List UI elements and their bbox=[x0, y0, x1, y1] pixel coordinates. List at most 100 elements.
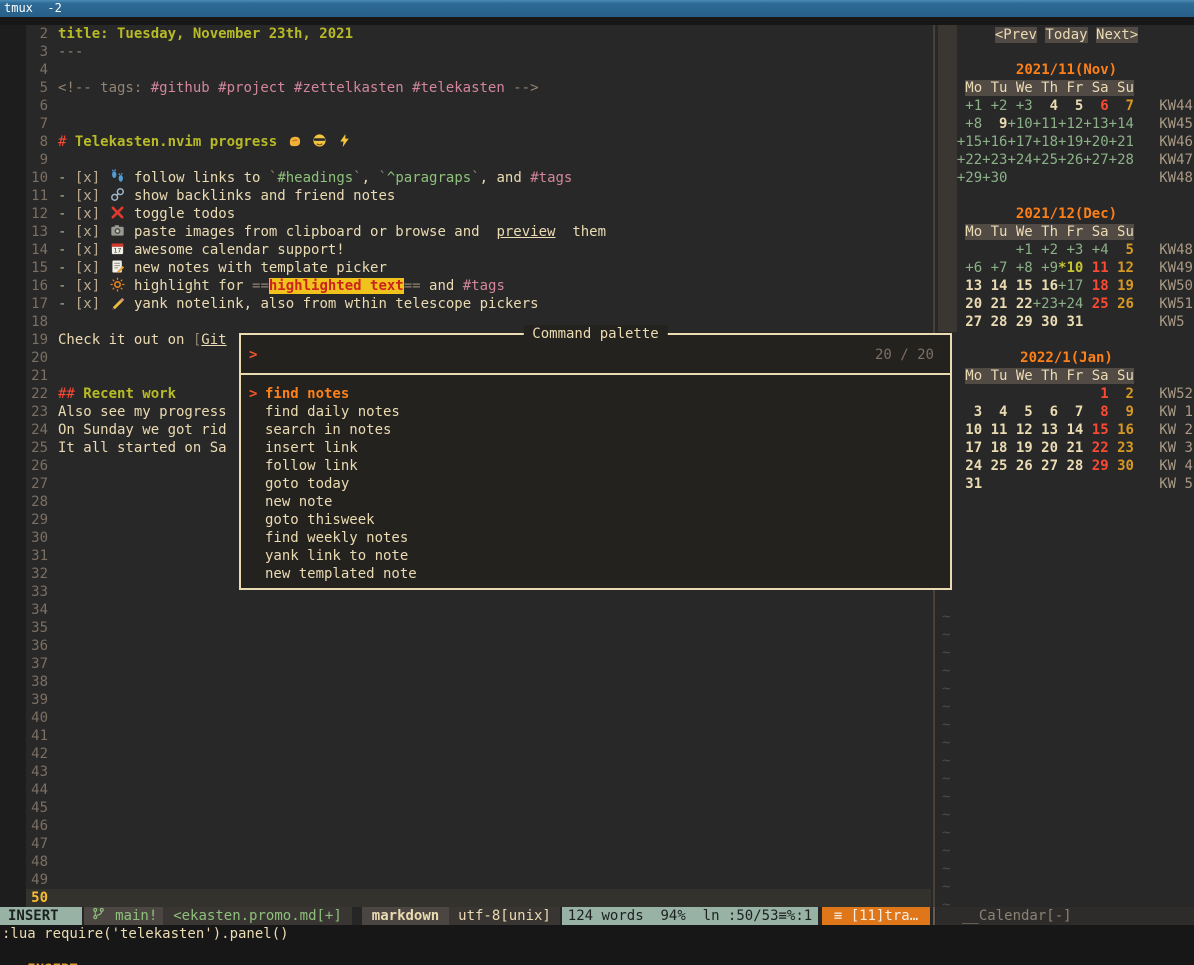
calendar-day[interactable]: 31 bbox=[957, 476, 982, 492]
calendar-day[interactable]: 18 bbox=[982, 440, 1007, 456]
calendar-day[interactable]: 11 bbox=[1083, 260, 1108, 276]
editor-line[interactable]: 5<!-- tags: #github #project #zettelkast… bbox=[0, 79, 933, 97]
calendar-day[interactable]: 1 bbox=[1083, 386, 1108, 402]
editor-line[interactable]: 18 bbox=[0, 313, 933, 331]
calendar-day[interactable]: +3 bbox=[1007, 98, 1032, 114]
editor-line[interactable]: 49 bbox=[0, 871, 933, 889]
calendar-day[interactable]: +2 bbox=[1033, 242, 1058, 258]
calendar-day[interactable]: 18 bbox=[1083, 278, 1108, 294]
calendar-day[interactable]: 6 bbox=[1083, 98, 1108, 114]
calendar-day[interactable]: 13 bbox=[957, 278, 982, 294]
calendar-day[interactable]: 21 bbox=[1058, 440, 1083, 456]
calendar-day[interactable]: 14 bbox=[982, 278, 1007, 294]
calendar-day[interactable]: 13 bbox=[1033, 422, 1058, 438]
calendar-day[interactable]: 16 bbox=[1033, 278, 1058, 294]
calendar-day[interactable]: +26 bbox=[1058, 152, 1083, 168]
calendar-day[interactable]: +15 bbox=[957, 134, 982, 150]
editor-line[interactable]: 14- [x] 17 awesome calendar support! bbox=[0, 241, 933, 259]
calendar-day[interactable]: 7 bbox=[1109, 98, 1134, 114]
calendar-day[interactable]: +11 bbox=[1033, 116, 1058, 132]
calendar-day[interactable]: 22 bbox=[1007, 296, 1032, 312]
calendar-day[interactable]: +6 bbox=[957, 260, 982, 276]
calendar-day[interactable]: +1 bbox=[1007, 242, 1032, 258]
calendar-day[interactable]: +7 bbox=[982, 260, 1007, 276]
calendar-day[interactable]: 10 bbox=[957, 422, 982, 438]
editor-line[interactable]: 47 bbox=[0, 835, 933, 853]
editor-line[interactable]: 11- [x] show backlinks and friend notes bbox=[0, 187, 933, 205]
calendar-day[interactable]: 28 bbox=[982, 314, 1007, 330]
calendar-day[interactable]: 20 bbox=[1033, 440, 1058, 456]
calendar-day[interactable]: +23 bbox=[1033, 296, 1058, 312]
calendar-day[interactable]: 5 bbox=[1058, 98, 1083, 114]
calendar-day[interactable]: +20 bbox=[1083, 134, 1108, 150]
palette-item-find-weekly-notes[interactable]: find weekly notes bbox=[241, 529, 950, 547]
calendar-day[interactable]: +8 bbox=[1007, 260, 1032, 276]
palette-item-follow-link[interactable]: follow link bbox=[241, 457, 950, 475]
editor-line[interactable]: 41 bbox=[0, 727, 933, 745]
calendar-day[interactable]: 9 bbox=[982, 116, 1007, 132]
editor-line[interactable]: 17- [x] yank notelink, also from wthin t… bbox=[0, 295, 933, 313]
editor-line[interactable]: 3--- bbox=[0, 43, 933, 61]
calendar-day[interactable]: 17 bbox=[957, 440, 982, 456]
calendar-day[interactable]: +19 bbox=[1058, 134, 1083, 150]
editor-line[interactable]: 8# Telekasten.nvim progress bbox=[0, 133, 933, 151]
calendar-day[interactable]: +24 bbox=[1007, 152, 1032, 168]
calendar-day[interactable]: 27 bbox=[1033, 458, 1058, 474]
palette-item-new-note[interactable]: new note bbox=[241, 493, 950, 511]
calendar-prev-button[interactable]: <Prev bbox=[995, 27, 1037, 43]
editor-line[interactable]: 42 bbox=[0, 745, 933, 763]
calendar-day[interactable]: +17 bbox=[1058, 278, 1083, 294]
calendar-next-button[interactable]: Next> bbox=[1096, 27, 1138, 43]
calendar-day[interactable]: 20 bbox=[957, 296, 982, 312]
calendar-day[interactable]: +30 bbox=[982, 170, 1007, 186]
calendar-day[interactable]: 28 bbox=[1058, 458, 1083, 474]
editor-line[interactable]: 7 bbox=[0, 115, 933, 133]
editor-line[interactable]: 48 bbox=[0, 853, 933, 871]
command-line[interactable]: :lua require('telekasten').panel() bbox=[0, 925, 1194, 943]
calendar-day[interactable]: 3 bbox=[957, 404, 982, 420]
calendar-day[interactable]: +10 bbox=[1007, 116, 1032, 132]
calendar-day[interactable]: +14 bbox=[1109, 116, 1134, 132]
calendar-day[interactable]: +3 bbox=[1058, 242, 1083, 258]
calendar-day[interactable]: 19 bbox=[1109, 278, 1134, 294]
calendar-day[interactable]: 21 bbox=[982, 296, 1007, 312]
calendar-day[interactable]: +1 bbox=[957, 98, 982, 114]
palette-item-goto-today[interactable]: goto today bbox=[241, 475, 950, 493]
calendar-day[interactable]: +23 bbox=[982, 152, 1007, 168]
calendar-day[interactable]: +21 bbox=[1109, 134, 1134, 150]
calendar-day[interactable]: 15 bbox=[1007, 278, 1032, 294]
editor-line[interactable]: 10- [x] follow links to `#headings`, `^p… bbox=[0, 169, 933, 187]
palette-item-find-daily-notes[interactable]: find daily notes bbox=[241, 403, 950, 421]
calendar-day[interactable]: +18 bbox=[1033, 134, 1058, 150]
editor-line[interactable]: 44 bbox=[0, 781, 933, 799]
editor-line[interactable]: 6 bbox=[0, 97, 933, 115]
calendar-day[interactable]: 25 bbox=[982, 458, 1007, 474]
palette-prompt-input[interactable]: > bbox=[249, 346, 257, 364]
palette-item-search-in-notes[interactable]: search in notes bbox=[241, 421, 950, 439]
calendar-day[interactable]: +25 bbox=[1033, 152, 1058, 168]
calendar-day[interactable]: 12 bbox=[1109, 260, 1134, 276]
editor-line[interactable]: 34 bbox=[0, 601, 933, 619]
palette-item-insert-link[interactable]: insert link bbox=[241, 439, 950, 457]
editor-line[interactable]: 43 bbox=[0, 763, 933, 781]
calendar-day[interactable]: +28 bbox=[1109, 152, 1134, 168]
editor-line[interactable]: 37 bbox=[0, 655, 933, 673]
calendar-day[interactable]: 30 bbox=[1109, 458, 1134, 474]
editor-line[interactable]: 36 bbox=[0, 637, 933, 655]
calendar-day[interactable]: 5 bbox=[1007, 404, 1032, 420]
editor-line[interactable]: 15- [x] new notes with template picker bbox=[0, 259, 933, 277]
palette-item-goto-thisweek[interactable]: goto thisweek bbox=[241, 511, 950, 529]
calendar-day[interactable]: 12 bbox=[1007, 422, 1032, 438]
calendar-day[interactable]: 26 bbox=[1007, 458, 1032, 474]
editor-line[interactable]: 9 bbox=[0, 151, 933, 169]
calendar-day[interactable]: +2 bbox=[982, 98, 1007, 114]
editor-line[interactable]: 38 bbox=[0, 673, 933, 691]
editor-line[interactable]: 16- [x] highlight for ==highlighted text… bbox=[0, 277, 933, 295]
calendar-day[interactable]: +17 bbox=[1007, 134, 1032, 150]
calendar-day[interactable]: 7 bbox=[1058, 404, 1083, 420]
calendar-day[interactable]: +29 bbox=[957, 170, 982, 186]
calendar-day[interactable]: 5 bbox=[1109, 242, 1134, 258]
editor-line[interactable]: 45 bbox=[0, 799, 933, 817]
calendar-day[interactable]: 29 bbox=[1007, 314, 1032, 330]
editor-line[interactable]: 13- [x] paste images from clipboard or b… bbox=[0, 223, 933, 241]
